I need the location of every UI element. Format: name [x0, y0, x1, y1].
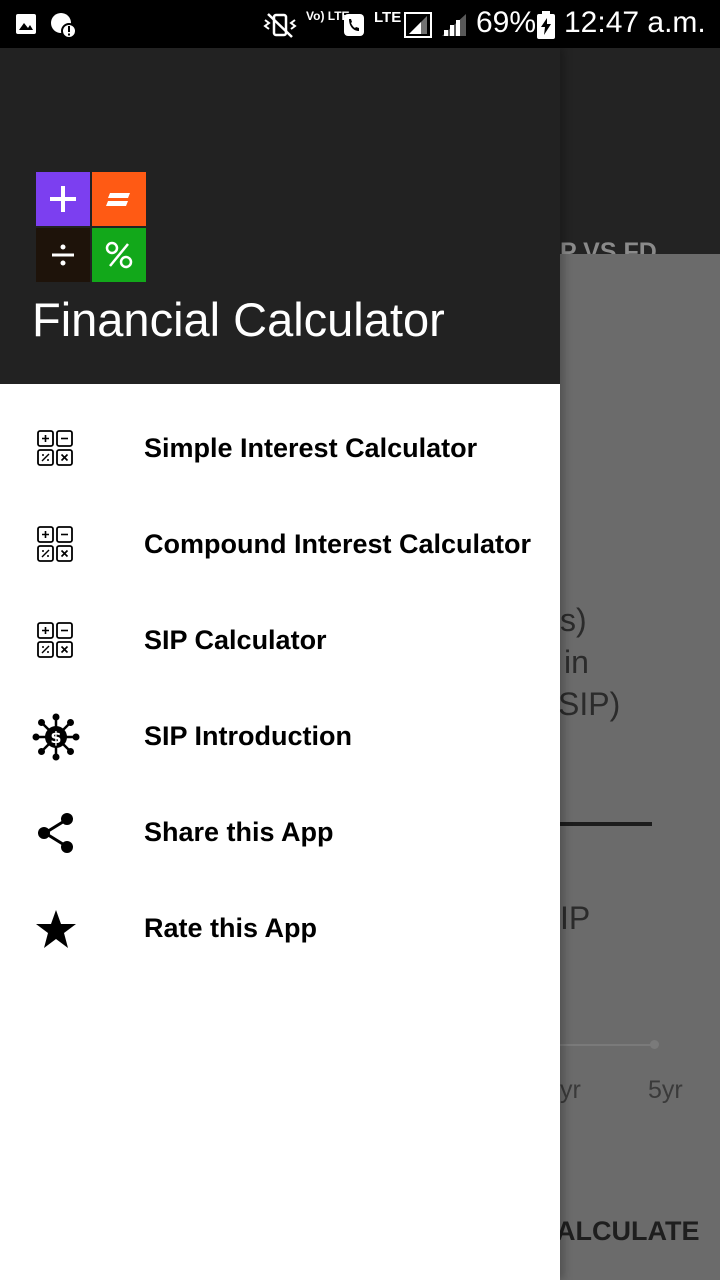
alert-notification-icon: [51, 13, 76, 38]
menu-item-sip-introduction[interactable]: $ SIP Introduction: [0, 689, 560, 785]
network-type-label: LTE: [374, 9, 402, 26]
equals-icon: [106, 193, 130, 206]
battery-percentage: 69%: [476, 6, 537, 39]
drawer-menu: Simple Interest Calculator Compound Inte…: [0, 401, 560, 977]
menu-item-label: SIP Calculator: [144, 625, 327, 655]
app-logo: [36, 172, 148, 284]
calculator-icon: [32, 617, 80, 665]
status-bar: Vo) LTE LTE 69% 12:47 a.m.: [0, 0, 720, 48]
menu-item-label: SIP Introduction: [144, 721, 352, 751]
menu-item-sip-calculator[interactable]: SIP Calculator: [0, 593, 560, 689]
calculator-icon: [32, 521, 80, 569]
signal-strength-2-icon: [442, 14, 466, 36]
gallery-notification-icon: [16, 14, 36, 34]
navigation-drawer: Financial Calculator Simple Interest Cal…: [0, 48, 560, 1280]
menu-item-label: Simple Interest Calculator: [144, 433, 478, 463]
svg-text:$: $: [50, 728, 61, 747]
slider-label: 5yr: [648, 1076, 683, 1104]
logo-plus-cell: [36, 172, 90, 226]
menu-item-label: Share this App: [144, 817, 334, 847]
clock: 12:47 a.m.: [564, 6, 706, 39]
divide-icon: [52, 244, 74, 266]
logo-equals-cell: [92, 172, 146, 226]
menu-item-rate-app[interactable]: Rate this App: [0, 881, 560, 977]
menu-item-compound-interest[interactable]: Compound Interest Calculator: [0, 497, 560, 593]
background-text-line: SIP): [558, 686, 621, 722]
background-text-line: IP: [560, 900, 591, 936]
wifi-call-icon: [344, 14, 364, 36]
money-network-icon: $: [32, 713, 80, 761]
menu-item-share-app[interactable]: Share this App: [0, 785, 560, 881]
slider-track: [560, 1044, 656, 1046]
calculate-button[interactable]: ALCULATE: [556, 1216, 699, 1247]
percent-icon: [105, 241, 133, 269]
logo-percent-cell: [92, 228, 146, 282]
volte-label: Vo) LTE: [306, 9, 350, 23]
drawer-header: Financial Calculator: [0, 48, 560, 384]
logo-divide-cell: [36, 228, 90, 282]
plus-icon: [50, 186, 76, 212]
menu-item-label: Compound Interest Calculator: [144, 529, 532, 559]
signal-strength-icon: [404, 12, 432, 38]
menu-item-label: Rate this App: [144, 913, 318, 943]
input-underline: [560, 822, 652, 826]
star-icon: [32, 905, 80, 953]
battery-charging-icon: [537, 11, 555, 39]
share-icon: [32, 809, 80, 857]
slider-label: yr: [560, 1076, 581, 1104]
background-text-line: in: [564, 644, 589, 680]
vibrate-mute-icon: [263, 13, 297, 38]
menu-item-simple-interest[interactable]: Simple Interest Calculator: [0, 401, 560, 497]
background-text-line: s): [560, 602, 587, 638]
calculator-icon: [32, 425, 80, 473]
drawer-title: Financial Calculator: [32, 293, 445, 346]
slider-tick: [650, 1040, 659, 1049]
